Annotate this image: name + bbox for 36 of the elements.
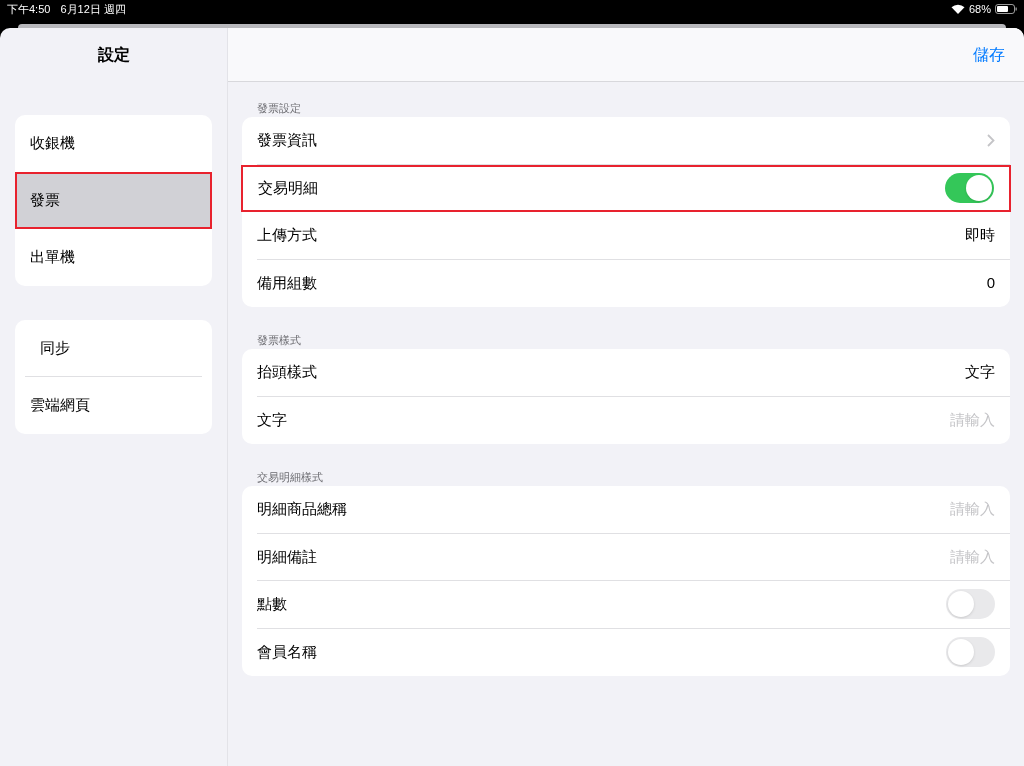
- battery-percent: 68%: [968, 1, 991, 17]
- input-field[interactable]: 請輸入: [795, 545, 995, 568]
- row-label: 上傳方式: [257, 225, 317, 245]
- row-label: 備用組數: [257, 273, 317, 293]
- row-label: 明細備註: [257, 546, 317, 567]
- sidebar-item[interactable]: 雲端網頁: [15, 377, 212, 434]
- highlighted-row[interactable]: 交易明細: [241, 164, 1011, 212]
- toggle-switch[interactable]: [946, 637, 995, 668]
- row-label: 發票資訊: [257, 130, 317, 150]
- row-value: 文字: [965, 362, 995, 382]
- row-label: 會員名稱: [257, 642, 317, 662]
- section-header: 發票樣式: [257, 334, 301, 346]
- status-time: 下午4:50: [7, 1, 51, 17]
- chevron-right-icon: [987, 133, 995, 147]
- input-field[interactable]: 請輸入: [795, 498, 995, 521]
- save-button[interactable]: 儲存: [973, 42, 1005, 67]
- row-value: 0: [986, 273, 995, 293]
- sidebar-title: 設定: [97, 45, 130, 65]
- section-header: 發票設定: [257, 102, 301, 114]
- status-date: 6月12日 週四: [60, 1, 126, 17]
- row-label: 點數: [257, 594, 287, 614]
- wifi-icon: [950, 4, 965, 14]
- toggle-switch[interactable]: [946, 589, 995, 620]
- row-label: 交易明細: [258, 178, 318, 198]
- toggle-switch[interactable]: [945, 173, 994, 204]
- row-label: 抬頭樣式: [257, 362, 317, 382]
- row-value: 即時: [965, 225, 995, 245]
- sidebar-item[interactable]: 出單機: [15, 229, 212, 286]
- section-header: 交易明細樣式: [257, 471, 323, 483]
- battery-icon: [995, 4, 1017, 14]
- row-label: 文字: [257, 410, 287, 430]
- input-field[interactable]: 請輸入: [795, 409, 995, 432]
- sidebar-item[interactable]: 收銀機: [15, 115, 212, 172]
- sidebar-item[interactable]: 發票: [15, 172, 212, 229]
- row-label: 明細商品總稱: [257, 499, 347, 519]
- sidebar-item[interactable]: 同步: [25, 320, 202, 377]
